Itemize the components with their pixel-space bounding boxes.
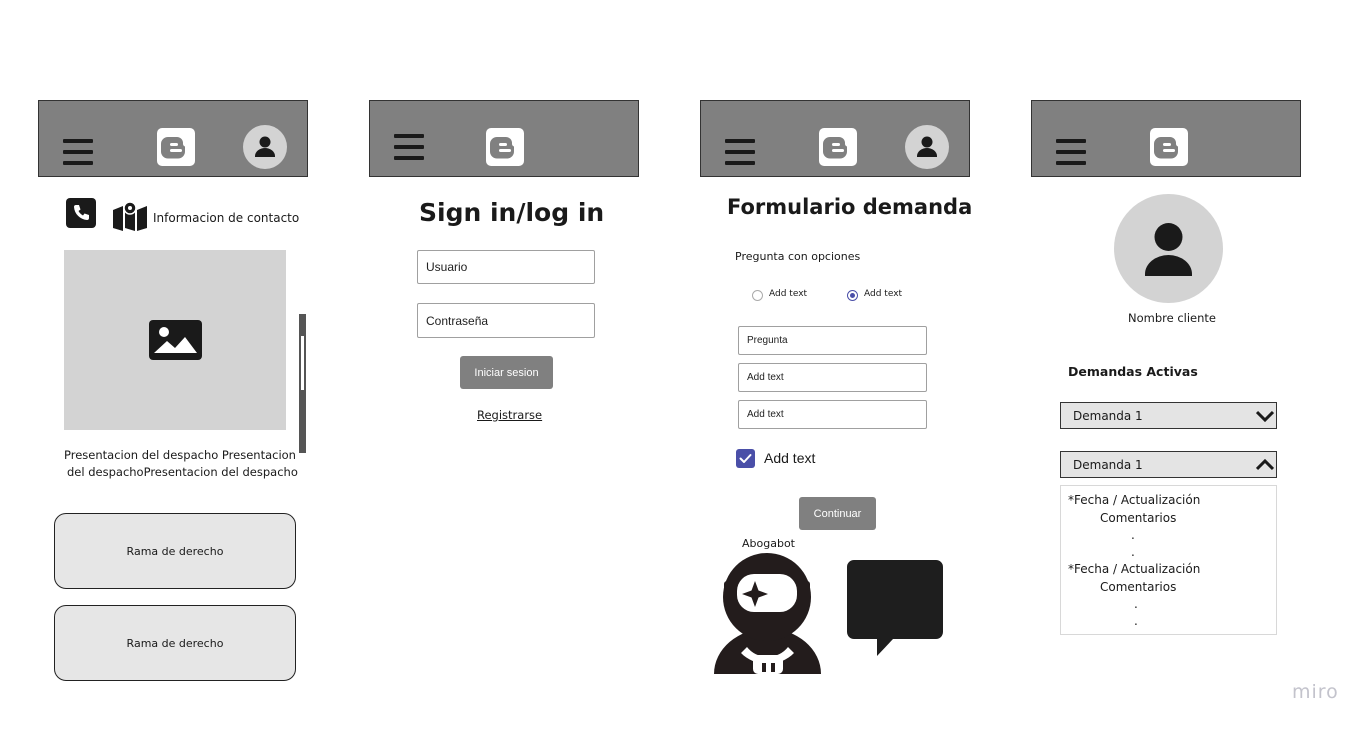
section-title: Demandas Activas xyxy=(1068,364,1198,379)
map-icon[interactable] xyxy=(113,201,147,231)
form-title: Formulario demanda xyxy=(727,195,973,219)
usuario-input[interactable]: Usuario xyxy=(417,250,595,284)
demanda-dropdown-collapsed[interactable]: Demanda 1 xyxy=(1060,402,1277,429)
text-field[interactable]: Add text xyxy=(738,363,927,392)
chat-bubble-icon[interactable] xyxy=(846,559,944,657)
demanda-dropdown-expanded[interactable]: Demanda 1 xyxy=(1060,451,1277,478)
continue-button[interactable]: Continuar xyxy=(799,497,876,530)
logo-icon[interactable] xyxy=(1150,128,1188,166)
logo-icon[interactable] xyxy=(157,128,195,166)
dropdown-label: Demanda 1 xyxy=(1073,408,1143,423)
detail-dot: . xyxy=(1131,528,1135,542)
phone-icon[interactable] xyxy=(66,198,96,228)
bot-label: Abogabot xyxy=(742,537,795,550)
logo-icon[interactable] xyxy=(819,128,857,166)
radio-label-2: Add text xyxy=(864,289,903,299)
detail-dot: . xyxy=(1134,614,1138,628)
menu-icon[interactable] xyxy=(1056,139,1086,165)
detail-comentarios: Comentarios xyxy=(1100,580,1177,594)
avatar-icon[interactable] xyxy=(905,125,949,169)
scrollbar-thumb[interactable] xyxy=(301,336,304,390)
pregunta-field[interactable]: Pregunta xyxy=(738,326,927,355)
client-name: Nombre cliente xyxy=(1128,311,1217,325)
avatar-icon xyxy=(1145,223,1192,276)
dropdown-label: Demanda 1 xyxy=(1073,457,1143,472)
image-icon xyxy=(148,319,203,366)
logo-icon[interactable] xyxy=(486,128,524,166)
presentation-text-line1: Presentacion del despacho Presentacion xyxy=(64,448,296,462)
check-icon xyxy=(739,454,752,463)
register-link[interactable]: Registrarse xyxy=(477,408,542,422)
detail-comentarios: Comentarios xyxy=(1100,511,1177,525)
client-avatar xyxy=(1114,194,1223,303)
checkbox-label: Add text xyxy=(764,450,816,466)
detail-dot: . xyxy=(1134,597,1138,611)
frame1-header xyxy=(38,100,308,177)
image-placeholder xyxy=(64,250,286,430)
chevron-up-icon[interactable] xyxy=(1256,459,1274,471)
signin-title: Sign in/log in xyxy=(419,198,605,227)
frame4-header xyxy=(1031,100,1301,177)
text-field[interactable]: Add text xyxy=(738,400,927,429)
checkbox[interactable] xyxy=(736,449,755,468)
login-button[interactable]: Iniciar sesion xyxy=(460,356,553,389)
radio-option-1[interactable] xyxy=(752,290,763,301)
rama-card[interactable]: Rama de derecho xyxy=(54,513,296,589)
detail-dot: . xyxy=(1131,545,1135,559)
frame3-header xyxy=(700,100,970,177)
radio-option-2[interactable] xyxy=(847,290,858,301)
menu-icon[interactable] xyxy=(725,139,755,165)
frame2-header xyxy=(369,100,639,177)
chevron-down-icon[interactable] xyxy=(1256,410,1274,422)
detail-fecha: *Fecha / Actualización xyxy=(1068,562,1201,576)
demanda-details-panel: *Fecha / Actualización Comentarios . . *… xyxy=(1060,485,1277,635)
radio-label-1: Add text xyxy=(769,289,808,299)
miro-watermark: miro xyxy=(1292,681,1339,703)
contact-label: Informacion de contacto xyxy=(153,211,300,225)
password-input[interactable]: Contraseña xyxy=(417,303,595,338)
detail-fecha: *Fecha / Actualización xyxy=(1068,493,1201,507)
scrollbar-track[interactable] xyxy=(299,314,306,453)
menu-icon[interactable] xyxy=(394,134,424,160)
astronaut-icon[interactable] xyxy=(714,551,821,674)
question-label: Pregunta con opciones xyxy=(735,250,861,263)
menu-icon[interactable] xyxy=(63,139,93,165)
rama-card[interactable]: Rama de derecho xyxy=(54,605,296,681)
presentation-text-line2: del despachoPresentacion del despacho xyxy=(67,465,298,479)
radio-dot xyxy=(850,293,855,298)
avatar-icon[interactable] xyxy=(243,125,287,169)
